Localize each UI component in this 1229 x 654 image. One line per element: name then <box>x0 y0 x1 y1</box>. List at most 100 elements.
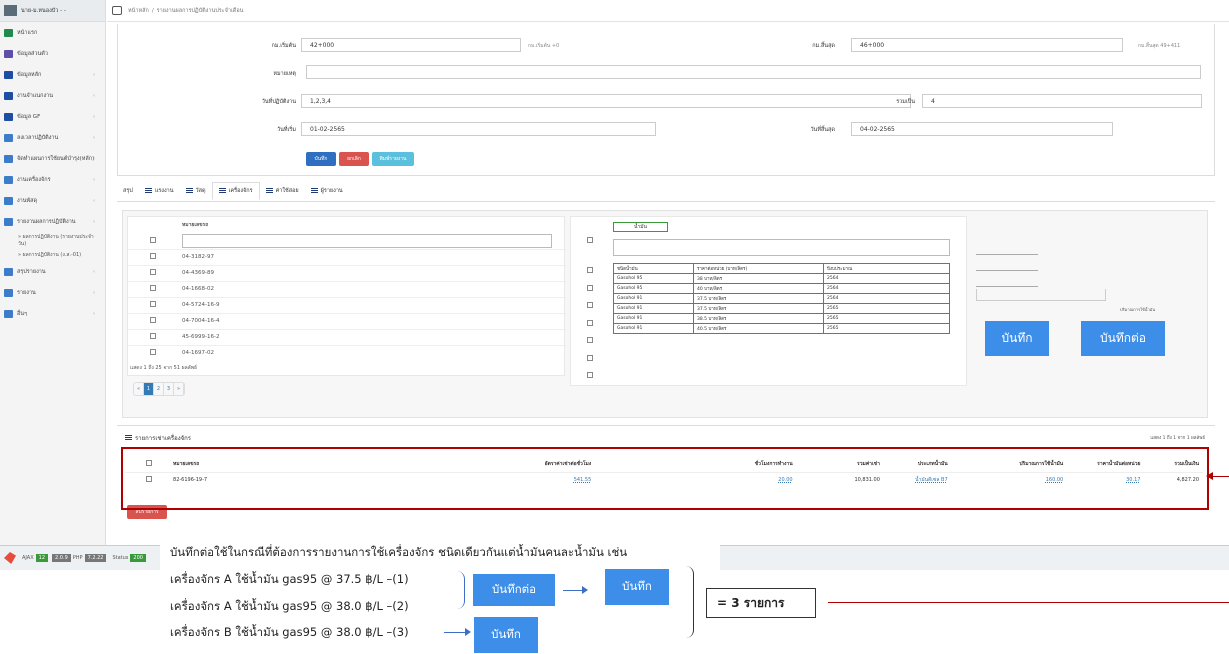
machine-number: 04-1697-02 <box>178 344 566 361</box>
km-end-input[interactable]: 46+000 <box>851 38 1123 52</box>
tab-5[interactable]: ผู้รายงาน <box>305 182 349 200</box>
sidebar-item-a9[interactable]: รายงานผลการปฏิบัติงาน ‹ <box>0 211 105 232</box>
sidebar-item-b2[interactable]: อื่นๆ ‹ <box>0 303 105 324</box>
fuel-row-checkbox[interactable] <box>587 337 593 343</box>
sidebar-item-a7[interactable]: งานเครื่องจักร ‹ <box>0 169 105 190</box>
grid-icon <box>4 91 13 100</box>
sidebar-item-a2[interactable]: ข้อมูลหลัก ‹ <box>0 64 105 85</box>
note-input[interactable] <box>306 65 1201 79</box>
chevron-icon: ‹ <box>93 289 95 296</box>
sidebar-subitem[interactable]: » ผลการปฏิบัติงาน (รายงานประจำวัน) <box>0 232 105 250</box>
home-icon <box>4 28 13 37</box>
tab-4[interactable]: ค่าใช้สอย <box>260 182 305 200</box>
fuel-row-checkbox[interactable] <box>587 302 593 308</box>
fuel-cell: Gasohol 91 <box>613 293 694 304</box>
tab-1[interactable]: แรงงาน <box>139 182 180 200</box>
annotation-result-box: = 3 รายการ <box>706 588 816 618</box>
truck-icon <box>4 175 13 184</box>
fuel-cell: 38.5 บาท/ลิตร <box>693 313 824 324</box>
tab-2[interactable]: วัสดุ <box>180 182 212 200</box>
sidebar-item-a1[interactable]: ข้อมูลส่วนตัว <box>0 43 105 64</box>
tab-label: แรงงาน <box>154 187 174 194</box>
sidebar-item-b0[interactable]: สรุปรายงาน ‹ <box>0 261 105 282</box>
fuel-amount-panel: ปริมาณการใช้น้ำมัน บันทึก บันทึกต่อ <box>972 216 1202 386</box>
sidebar-item-a6[interactable]: จัดทำแผนการใช้ยนต์บำรุง(หลัก) ‹ <box>0 148 105 169</box>
annotation-arrow-2-head <box>465 628 471 636</box>
annotation-arrow-2 <box>444 632 466 633</box>
row-checkbox[interactable] <box>150 349 156 356</box>
ajax-badge[interactable]: 12 <box>35 554 49 562</box>
page-link[interactable]: 1 <box>144 383 154 395</box>
row-checkbox[interactable] <box>150 317 156 323</box>
save-button[interactable]: บันทึก <box>306 152 336 166</box>
sidebar-item-a3[interactable]: งานจำแนกงาน ‹ <box>0 85 105 106</box>
fuel-row[interactable]: Gasohol 95 38 บาท/ลิตร 2564 <box>613 273 950 284</box>
breadcrumb-home[interactable]: หน้าหลัก <box>128 7 149 15</box>
sidebar-item-label: งานจำแนกงาน <box>17 92 54 99</box>
page-link[interactable]: » <box>174 383 184 395</box>
machine-row[interactable]: 04-5724-16-9 <box>128 296 566 313</box>
annotation-line-2: เครื่องจักร A ใช้น้ำมัน gas95 @ 38.0 ฿/L… <box>170 599 409 613</box>
machine-row[interactable]: 04-1697-02 <box>128 344 566 361</box>
fuel-header-row: ชนิดน้ำมัน ราคาต่อหน่วย (บาท/ลิตร) ปีงบป… <box>613 263 950 274</box>
end-date-input[interactable]: 04-02-2565 <box>851 122 1113 136</box>
sidebar-item-a8[interactable]: งานพัสดุ ‹ <box>0 190 105 211</box>
machine-row[interactable]: 45-6999-16-2 <box>128 328 566 345</box>
print-report-button[interactable]: พิมพ์รายงาน <box>372 152 414 166</box>
fuel-row[interactable]: Gasohol 91 37.5 บาท/ลิตร 2565 <box>613 303 950 314</box>
fuel-row[interactable]: Gasohol 95 40 บาท/ลิตร 2564 <box>613 283 950 294</box>
fuel-row-checkbox[interactable] <box>587 267 593 273</box>
row-checkbox[interactable] <box>150 269 156 275</box>
fuel-row-checkbox[interactable] <box>587 354 593 361</box>
sidebar-subitem[interactable]: » ผลการปฏิบัติงาน (ง.ส.-01) <box>0 250 105 261</box>
fuel-row-checkbox[interactable] <box>587 284 593 291</box>
form-card: กม.เริ่มต้น 42+000 กม.เริ่มต้น +0 กม.สิ้… <box>117 24 1215 176</box>
chevron-icon: ‹ <box>93 268 95 275</box>
row-checkbox[interactable] <box>150 285 156 291</box>
machine-row[interactable]: 04-3182-97 <box>128 248 566 265</box>
sidebar-item-a5[interactable]: ลงเวลาปฏิบัติงาน ‹ <box>0 127 105 148</box>
total-input[interactable]: 4 <box>922 94 1202 108</box>
fuel-row-checkbox[interactable] <box>587 372 593 378</box>
fuel-row[interactable]: Gasohol 91 40.5 บาท/ลิตร 2565 <box>613 323 950 334</box>
page-link[interactable]: 3 <box>164 383 174 395</box>
row-checkbox[interactable] <box>150 333 156 339</box>
sidebar-item-label: งานพัสดุ <box>17 197 38 204</box>
row-checkbox[interactable] <box>150 301 156 307</box>
sidebar-item-a0[interactable]: หน้าแรก <box>0 22 105 43</box>
fuel-row-checkbox[interactable] <box>587 319 593 326</box>
sidebar-item-a4[interactable]: ข้อมูล GF ‹ <box>0 106 105 127</box>
fuel-cell: 2564 <box>823 293 950 304</box>
tab-0[interactable]: สรุป <box>117 182 139 200</box>
start-date-input[interactable]: 01-02-2565 <box>301 122 656 136</box>
tab-label: สรุป <box>123 187 133 194</box>
km-start-label: กม.เริ่มต้น <box>271 43 297 49</box>
machine-row[interactable]: 04-7004-16-4 <box>128 312 566 329</box>
annotation-arrow-1-head <box>582 586 588 594</box>
sidebar-item-label: อื่นๆ <box>17 310 28 317</box>
laravel-icon <box>4 552 16 564</box>
page-link[interactable]: « <box>134 383 144 395</box>
page-link[interactable]: 2 <box>154 383 164 395</box>
machine-row[interactable]: 04-1668-02 <box>128 280 566 297</box>
machine-search-input[interactable] <box>182 233 552 248</box>
select-all-checkbox[interactable] <box>150 236 156 243</box>
doc-icon <box>4 154 13 163</box>
row-checkbox[interactable] <box>150 253 156 259</box>
sidebar: นาย-ม.หนองบัว - - หน้าแรก ข้อมูลส่วนตัว ข้… <box>0 0 106 545</box>
ajax-label: AJAX <box>22 555 34 561</box>
fuel-save-continue-button[interactable]: บันทึกต่อ <box>1081 321 1165 356</box>
sidebar-item-b1[interactable]: รายงาน ‹ <box>0 282 105 303</box>
km-start-input[interactable]: 42+000 <box>301 38 521 52</box>
fuel-panel: น้ำมัน ชนิดน้ำมัน ราคาต่อหน่วย (บาท/ลิตร… <box>570 216 967 386</box>
fuel-search-input[interactable] <box>613 239 950 256</box>
menu-toggle-icon[interactable] <box>112 6 122 15</box>
machine-row[interactable]: 04-4369-89 <box>128 264 566 281</box>
fuel-amount-input[interactable] <box>976 289 1106 301</box>
fuel-select-all-checkbox[interactable] <box>587 237 593 243</box>
fuel-row[interactable]: Gasohol 91 38.5 บาท/ลิตร 2565 <box>613 313 950 324</box>
fuel-save-button[interactable]: บันทึก <box>985 321 1049 356</box>
cancel-button[interactable]: ยกเลิก <box>339 152 369 166</box>
fuel-row[interactable]: Gasohol 91 37.5 บาท/ลิตร 2564 <box>613 293 950 304</box>
tab-3[interactable]: เครื่องจักร <box>211 181 260 200</box>
